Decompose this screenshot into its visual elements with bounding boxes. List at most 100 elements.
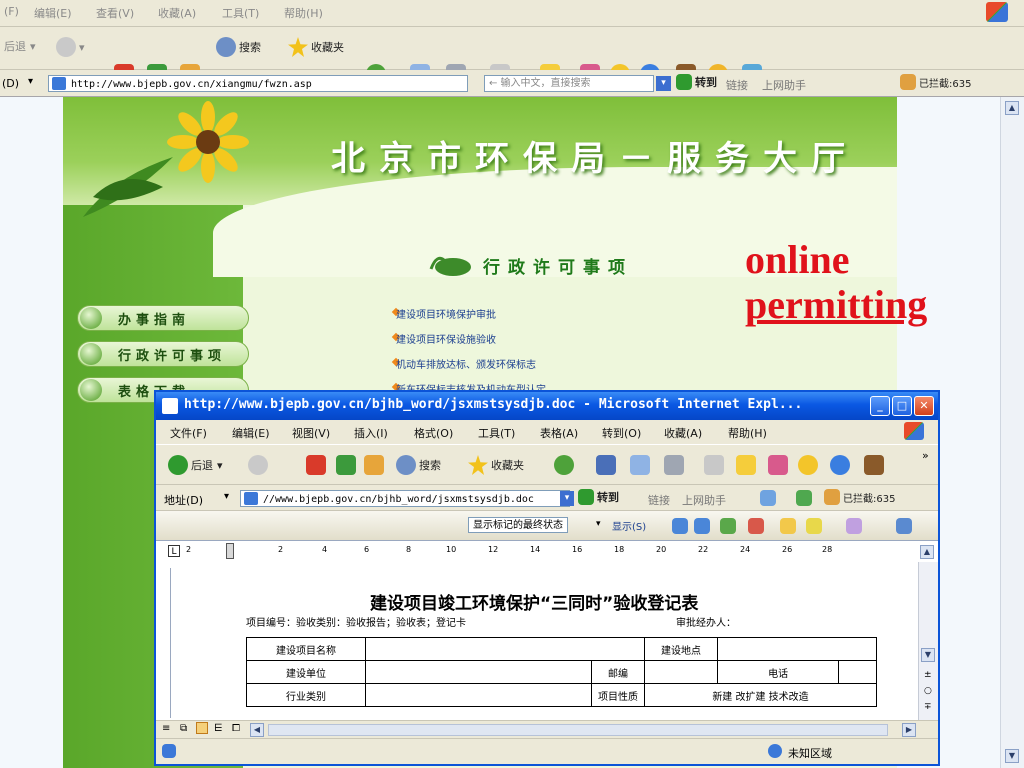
menu-help[interactable]: 帮助(H) bbox=[284, 5, 323, 21]
ruler-tick: 26 bbox=[782, 545, 793, 554]
quick-search-input[interactable]: ← 输入中文，直接搜索 bbox=[484, 75, 654, 92]
messenger-icon[interactable] bbox=[768, 455, 788, 475]
menu-file[interactable]: (F) bbox=[4, 5, 19, 18]
menu-format[interactable]: 格式(O) bbox=[414, 425, 453, 441]
maximize-button[interactable]: □ bbox=[892, 396, 912, 416]
popup-title-bar[interactable]: http://www.bjepb.gov.cn/bjhb_word/jsxmst… bbox=[156, 392, 938, 420]
compass-icon[interactable] bbox=[796, 490, 812, 506]
review-state-select[interactable]: 显示标记的最终状态 bbox=[468, 517, 568, 533]
home-icon[interactable] bbox=[364, 455, 384, 475]
address-dropdown-icon[interactable]: ▾ bbox=[560, 491, 574, 506]
link-vehicle-emission[interactable]: 机动车排放达标、颁发环保标志 bbox=[396, 356, 536, 371]
select-browse-icon[interactable]: ○ bbox=[924, 686, 932, 696]
menu-table[interactable]: 表格(A) bbox=[540, 425, 578, 441]
refresh-icon[interactable] bbox=[336, 455, 356, 475]
forward-button[interactable]: ▾ bbox=[56, 37, 85, 57]
forward-icon[interactable] bbox=[248, 455, 268, 475]
address-dropdown-icon[interactable]: ▾ bbox=[28, 76, 33, 87]
assistant-icon[interactable] bbox=[760, 490, 776, 506]
links-label[interactable]: 链接 bbox=[648, 492, 670, 508]
normal-view-icon[interactable]: ≡ bbox=[162, 723, 170, 734]
back-button[interactable]: 后退 ▾ bbox=[168, 455, 223, 475]
favorites-button[interactable]: 收藏夹 bbox=[468, 455, 524, 475]
menu-edit[interactable]: 编辑(E) bbox=[34, 5, 72, 21]
mail-icon[interactable] bbox=[630, 455, 650, 475]
note-icon[interactable] bbox=[736, 455, 756, 475]
print-view-icon[interactable] bbox=[196, 722, 208, 734]
doc-scroll-up-icon[interactable]: ▲ bbox=[920, 545, 934, 559]
assistant-label[interactable]: 上网助手 bbox=[762, 77, 806, 93]
outer-menu-bar: (F) 编辑(E) 查看(V) 收藏(A) 工具(T) 帮助(H) bbox=[0, 0, 1024, 27]
reading-view-icon[interactable]: ⧠ bbox=[232, 723, 240, 734]
menu-favorites[interactable]: 收藏(A) bbox=[664, 425, 702, 441]
minimize-button[interactable]: _ bbox=[870, 396, 890, 416]
table-cell: 电话 bbox=[716, 660, 840, 684]
prev-change-icon[interactable] bbox=[672, 518, 688, 534]
menu-view[interactable]: 视图(V) bbox=[292, 425, 330, 441]
menu-tools[interactable]: 工具(T) bbox=[478, 425, 515, 441]
next-change-icon[interactable] bbox=[694, 518, 710, 534]
reviewing-pane-icon[interactable] bbox=[896, 518, 912, 534]
menu-goto[interactable]: 转到(O) bbox=[602, 425, 641, 441]
search-button[interactable]: 搜索 bbox=[396, 455, 441, 475]
popup-blocker[interactable]: 已拦截:635 bbox=[900, 74, 971, 90]
word-icon[interactable] bbox=[596, 455, 616, 475]
toolbar-overflow-icon[interactable]: » bbox=[922, 449, 929, 462]
menu-tools[interactable]: 工具(T) bbox=[222, 5, 259, 21]
popup-blocker[interactable]: 已拦截:635 bbox=[824, 489, 895, 505]
links-label[interactable]: 链接 bbox=[726, 77, 748, 93]
menu-favorites[interactable]: 收藏(A) bbox=[158, 5, 196, 21]
link-eia-approval[interactable]: 建设项目环境保护审批 bbox=[396, 306, 496, 321]
assistant-label[interactable]: 上网助手 bbox=[682, 492, 726, 508]
stop-icon[interactable] bbox=[306, 455, 326, 475]
outline-view-icon[interactable]: ⋿ bbox=[214, 723, 223, 734]
hscroll-left-icon[interactable]: ◀ bbox=[250, 723, 264, 737]
scroll-down-icon[interactable]: ▼ bbox=[1005, 749, 1019, 763]
back-button[interactable]: 后退 ▾ bbox=[4, 38, 36, 54]
address-dropdown-icon[interactable]: ▾ bbox=[224, 491, 229, 502]
web-view-icon[interactable]: ⧉ bbox=[180, 723, 187, 734]
outer-toolbar: 后退 ▾ ▾ 搜索 收藏夹 bbox=[0, 27, 1024, 84]
favorites-button[interactable]: 收藏夹 bbox=[288, 37, 344, 57]
accept-change-icon[interactable] bbox=[720, 518, 736, 534]
close-button[interactable]: ✕ bbox=[914, 396, 934, 416]
print-icon[interactable] bbox=[664, 455, 684, 475]
tab-stop-icon[interactable]: L bbox=[168, 545, 180, 557]
go-button[interactable]: 转到 bbox=[676, 74, 717, 90]
show-menu[interactable]: 显示(S) bbox=[612, 518, 646, 533]
address-input[interactable]: //www.bjepb.gov.cn/bjhb_word/jsxmstsysdj… bbox=[240, 490, 570, 507]
doc-scroll-down-icon[interactable]: ▼ bbox=[921, 648, 935, 662]
menu-insert[interactable]: 插入(I) bbox=[354, 425, 388, 441]
link-facility-acceptance[interactable]: 建设项目环保设施验收 bbox=[396, 331, 496, 346]
history-icon[interactable] bbox=[554, 455, 574, 475]
smiley-icon[interactable] bbox=[798, 455, 818, 475]
document-scrollbar[interactable]: ▼ ± ○ ∓ bbox=[918, 562, 938, 720]
sidebar-item-permits[interactable]: 行政许可事项 bbox=[77, 341, 249, 367]
document-ruler[interactable]: L 2 2 4 6 8 10 12 14 16 18 20 22 24 26 2… bbox=[156, 540, 938, 564]
search-button[interactable]: 搜索 bbox=[216, 37, 261, 57]
research-icon[interactable] bbox=[864, 455, 884, 475]
address-input[interactable]: http://www.bjepb.gov.cn/xiangmu/fwzn.asp bbox=[48, 75, 468, 92]
next-page-icon[interactable]: ∓ bbox=[924, 702, 932, 712]
reject-change-icon[interactable] bbox=[748, 518, 764, 534]
comment-icon[interactable] bbox=[780, 518, 796, 534]
edit-icon[interactable] bbox=[704, 455, 724, 475]
search-dropdown-icon[interactable]: ▾ bbox=[656, 76, 671, 91]
menu-file[interactable]: 文件(F) bbox=[170, 425, 207, 441]
page-scrollbar[interactable]: ▲ ▼ bbox=[1000, 97, 1024, 768]
address-label: (D) bbox=[2, 77, 20, 90]
review-state-dropdown-icon[interactable]: ▾ bbox=[596, 519, 601, 529]
globe-icon[interactable] bbox=[830, 455, 850, 475]
hscroll-right-icon[interactable]: ▶ bbox=[902, 723, 916, 737]
indent-marker-icon[interactable] bbox=[226, 543, 234, 559]
highlight-icon[interactable] bbox=[806, 518, 822, 534]
track-changes-icon[interactable] bbox=[846, 518, 862, 534]
sidebar-item-guide[interactable]: 办事指南 bbox=[77, 305, 249, 331]
menu-view[interactable]: 查看(V) bbox=[96, 5, 134, 21]
menu-help[interactable]: 帮助(H) bbox=[728, 425, 767, 441]
hscroll-track[interactable] bbox=[268, 724, 888, 736]
scroll-up-icon[interactable]: ▲ bbox=[1005, 101, 1019, 115]
prev-page-icon[interactable]: ± bbox=[924, 670, 932, 680]
go-button[interactable]: 转到 bbox=[578, 489, 619, 505]
menu-edit[interactable]: 编辑(E) bbox=[232, 425, 270, 441]
